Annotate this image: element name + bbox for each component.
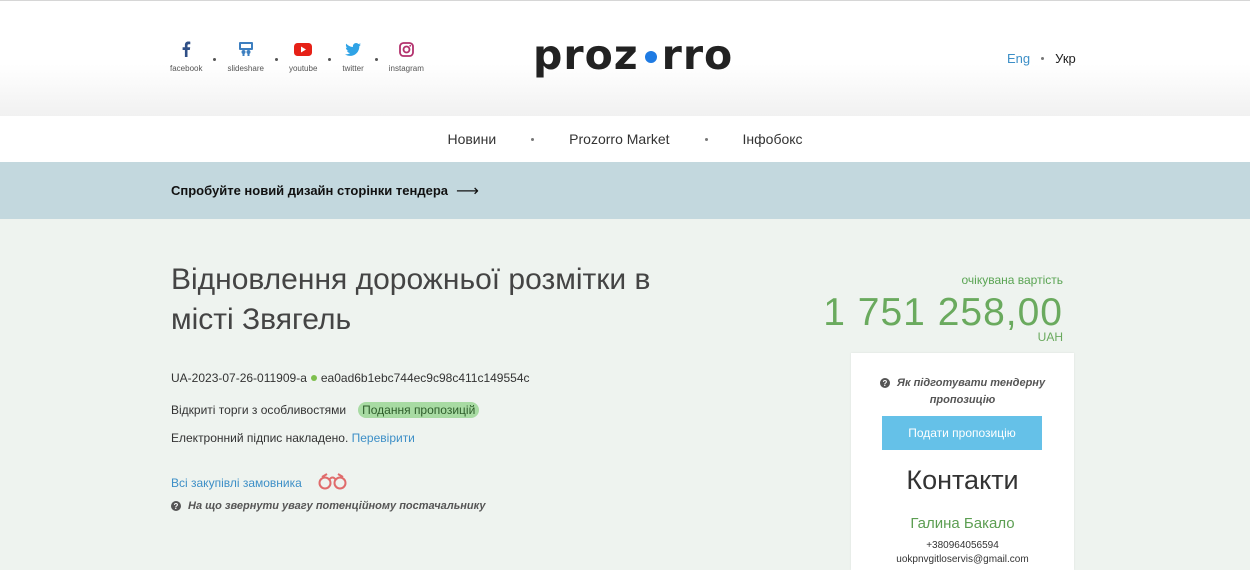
- arrow-right-icon: ⟶: [456, 182, 479, 200]
- howto-line2: пропозицію: [929, 394, 996, 406]
- social-instagram[interactable]: instagram: [389, 39, 424, 73]
- status-badge: Подання пропозицій: [358, 402, 480, 418]
- social-youtube[interactable]: youtube: [289, 39, 317, 73]
- separator-dot: [328, 58, 332, 61]
- submit-proposal-button[interactable]: Подати пропозицію: [882, 416, 1042, 450]
- logo-text-left: proz: [533, 31, 639, 79]
- nav-news[interactable]: Новини: [447, 131, 496, 147]
- how-to-prepare-link[interactable]: ? Як підготувати тендерну пропозицію: [851, 375, 1074, 409]
- prozorro-logo[interactable]: proz rro: [533, 31, 733, 79]
- all-purchases-link[interactable]: Всі закупівлі замовника: [171, 476, 302, 490]
- logo-dot: [644, 51, 657, 63]
- main-nav: Новини Prozorro Market Інфобокс: [0, 116, 1250, 162]
- lang-ukr-link[interactable]: Укр: [1055, 51, 1076, 66]
- nav-market[interactable]: Prozorro Market: [569, 131, 669, 147]
- separator-dot: [374, 58, 378, 61]
- lang-eng-link[interactable]: Eng: [1007, 51, 1030, 66]
- separator-dot: [531, 137, 535, 141]
- social-label: youtube: [288, 64, 318, 73]
- social-slideshare[interactable]: slideshare: [227, 39, 264, 73]
- tender-hash: ea0ad6b1ebc744ec9c98c411c149554c: [320, 371, 530, 385]
- social-links: facebook slideshare youtube twitter inst…: [170, 39, 424, 73]
- logo-text-right: rro: [661, 31, 734, 79]
- contact-email: uokpnvgitloservis@gmail.com: [896, 554, 1029, 565]
- social-label: slideshare: [227, 64, 264, 73]
- tender-id: UA-2023-07-26-011909-a: [171, 371, 307, 385]
- supplier-attention-link[interactable]: ? На що звернути увагу потенційному пост…: [171, 500, 485, 512]
- side-card: ? Як підготувати тендерну пропозицію Пода…: [851, 353, 1074, 570]
- question-icon: ?: [879, 378, 890, 389]
- expected-value-label: очікувана вартість: [961, 273, 1064, 287]
- contact-name: Галина Бакало: [910, 515, 1015, 532]
- new-design-banner[interactable]: Спробуйте новий дизайн сторінки тендера …: [0, 162, 1250, 219]
- social-label: twitter: [342, 64, 364, 73]
- tender-identifiers: UA-2023-07-26-011909-a ea0ad6b1ebc744ec9…: [171, 371, 530, 385]
- verify-signature-link[interactable]: Перевірити: [352, 431, 415, 445]
- question-icon: ?: [171, 501, 181, 511]
- tender-title: Відновлення дорожньої розмітки в місті З…: [171, 263, 651, 336]
- social-label: facebook: [170, 64, 203, 73]
- howto-line1: Як підготувати тендерну: [896, 377, 1046, 389]
- banner-text: Спробуйте новий дизайн сторінки тендера: [171, 183, 448, 198]
- binoculars-icon[interactable]: [316, 472, 350, 493]
- header: facebook slideshare youtube twitter inst…: [0, 0, 1250, 116]
- contacts-title: Контакти: [906, 465, 1019, 495]
- social-facebook[interactable]: facebook: [170, 39, 202, 73]
- social-label: instagram: [388, 64, 424, 73]
- all-purchases-row: Всі закупівлі замовника: [171, 472, 350, 493]
- twitter-icon: [345, 39, 362, 59]
- expected-value: 1 751 258,00: [823, 291, 1063, 334]
- separator-dot: [213, 58, 217, 61]
- separator-dot: [310, 375, 317, 381]
- separator-dot: [704, 137, 708, 141]
- slideshare-icon: [238, 39, 254, 59]
- signature-text: Електронний підпис накладено.: [171, 431, 349, 445]
- instagram-icon: [398, 39, 414, 59]
- youtube-icon: [294, 39, 313, 59]
- separator-dot: [274, 58, 278, 61]
- procedure-row: Відкриті торги з особливостями Подання п…: [171, 402, 480, 418]
- expected-currency: UAH: [1037, 330, 1063, 344]
- facebook-icon: [181, 39, 191, 59]
- separator-dot: [1041, 57, 1045, 60]
- signature-row: Електронний підпис накладено. Перевірити: [171, 431, 415, 445]
- attention-text: На що звернути увагу потенційному постач…: [188, 500, 486, 512]
- procedure-type: Відкриті торги з особливостями: [171, 403, 347, 417]
- nav-infobox[interactable]: Інфобокс: [743, 131, 803, 147]
- language-switcher: Eng Укр: [1007, 51, 1076, 66]
- contact-phone: +380964056594: [926, 540, 999, 551]
- social-twitter[interactable]: twitter: [342, 39, 364, 73]
